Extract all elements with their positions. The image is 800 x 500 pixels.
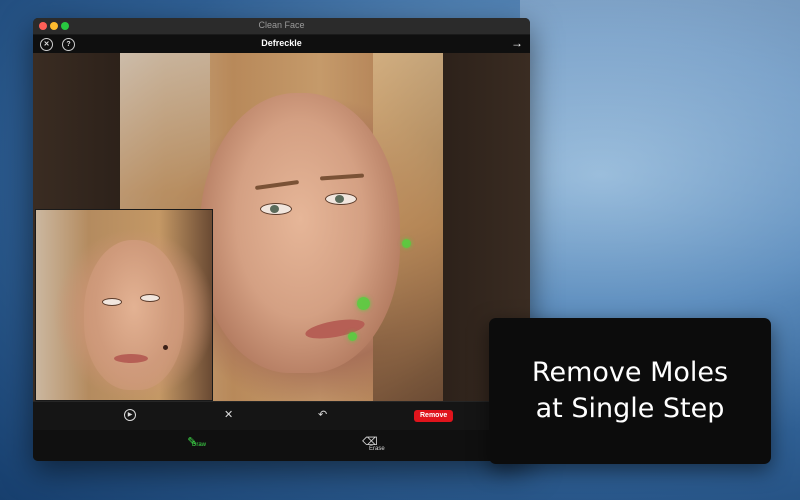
preview-lips [114,354,148,363]
caption-line-1: Remove Moles [531,357,729,388]
original-preview-photo [35,209,213,401]
app-window: Clean Face ✕ ? Defreckle → ▶ ✕ ↶ Remove … [33,18,530,461]
preview-face [84,240,184,390]
undo-icon[interactable]: ↶ [318,409,327,421]
photo-brow-left [254,179,300,191]
mole-marker[interactable] [357,297,370,310]
promo-caption: Remove Moles at Single Step [489,318,771,464]
window-title: Clean Face [258,20,305,30]
preview-eye-right [140,294,160,302]
mode-bar: ✎ Draw ⌫ Erase [33,430,530,461]
preview-mole [163,345,168,350]
caption-line-2: at Single Step [535,393,725,424]
photo-eye-right [325,193,357,205]
mole-marker[interactable] [348,332,357,341]
draw-label: Draw [192,442,207,448]
title-bar: Clean Face [33,18,530,35]
page-title: Defreckle [261,38,302,48]
play-circle-icon[interactable]: ▶ [124,409,136,421]
draw-mode-button[interactable]: ✎ Draw [178,436,206,448]
erase-label: Erase [369,446,385,452]
photo-face [200,93,400,373]
preview-eye-left [102,298,122,306]
mole-marker[interactable] [402,239,411,248]
remove-button[interactable]: Remove [414,410,454,422]
photo-brow-right [319,173,365,181]
editor-canvas[interactable] [33,53,530,401]
top-toolbar: ✕ ? Defreckle → [33,35,530,54]
photo-eye-left [260,203,292,215]
arrow-right-icon[interactable]: → [511,36,523,50]
erase-mode-button[interactable]: ⌫ Erase [355,436,385,452]
close-x-icon[interactable]: ✕ [224,409,233,421]
action-bar: ▶ ✕ ↶ Remove [33,401,530,430]
